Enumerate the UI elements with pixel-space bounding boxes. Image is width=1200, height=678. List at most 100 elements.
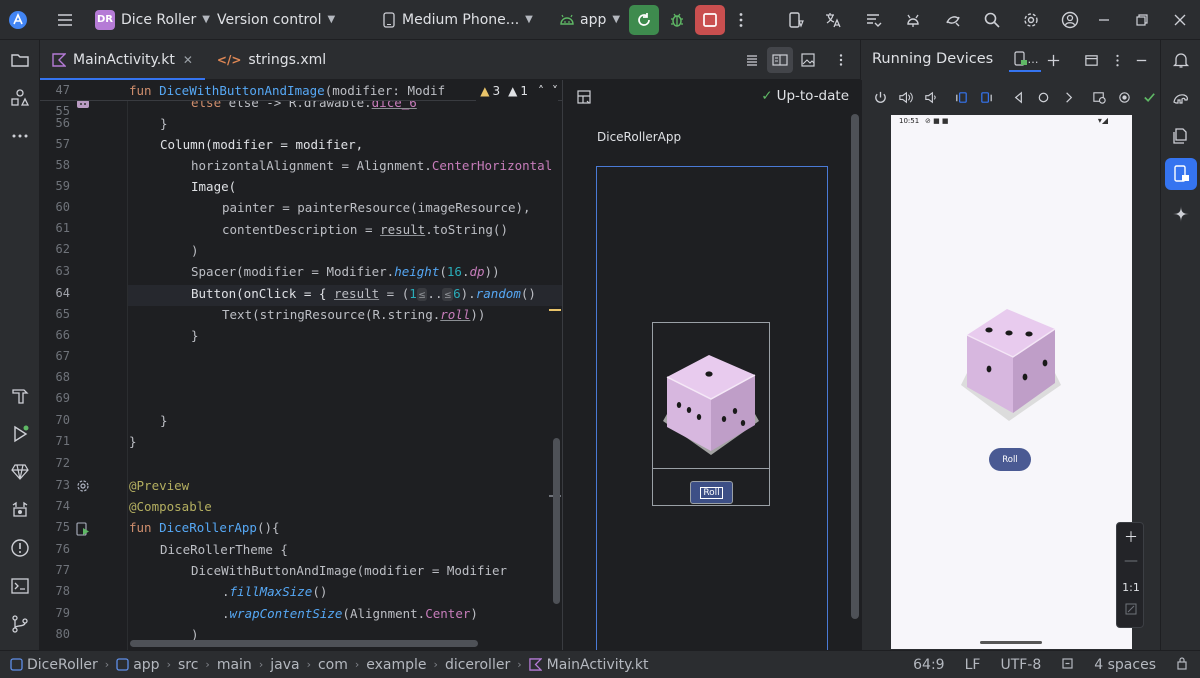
readonly-toggle-icon[interactable] [1061, 657, 1074, 674]
inspection-widget[interactable]: ▲ 3 ▲ 1 ˄ ˅ [476, 80, 558, 101]
preview-roll-button[interactable]: Roll [690, 481, 733, 504]
device-selector[interactable]: Medium Phone... ▼ [382, 0, 533, 40]
device-screen[interactable]: 10:51 ⊘ ■ ■ ▾◢ Roll [891, 115, 1132, 649]
running-devices-tool-button[interactable] [1165, 158, 1197, 190]
debug-button[interactable] [661, 4, 693, 36]
more-actions-button[interactable] [725, 4, 757, 36]
device-tab[interactable]: … [1009, 48, 1041, 72]
project-selector[interactable]: DR Dice Roller ▼ [95, 0, 210, 40]
notifications-button[interactable] [1165, 44, 1197, 76]
chevron-down-icon[interactable]: ˅ [552, 84, 558, 98]
resource-manager-button[interactable] [4, 82, 36, 114]
zoom-actual-size-button[interactable]: 1:1 [1117, 581, 1145, 594]
sdk-manager-button[interactable] [897, 4, 929, 36]
panel-options-button[interactable] [1105, 48, 1129, 72]
screen-record-button[interactable] [1113, 85, 1136, 109]
back-button[interactable] [1006, 85, 1029, 109]
device-manager-button[interactable] [780, 4, 812, 36]
project-tool-button[interactable] [4, 44, 36, 76]
tab-options-button[interactable] [828, 47, 854, 73]
gradle-sync-button[interactable] [937, 4, 969, 36]
gear-icon[interactable] [76, 479, 90, 493]
line-separator[interactable]: LF [965, 657, 981, 673]
gemini-button[interactable] [1165, 198, 1197, 230]
error-stripe-marker[interactable] [549, 309, 561, 311]
minimize-button[interactable] [1088, 4, 1120, 36]
preview-scrollbar[interactable] [851, 114, 859, 619]
volume-down-button[interactable] [919, 85, 942, 109]
indent-setting[interactable]: 4 spaces [1094, 657, 1156, 673]
breadcrumb-item[interactable]: example [366, 657, 426, 673]
apply-changes-button[interactable] [629, 5, 659, 35]
chevron-up-icon[interactable]: ˄ [538, 84, 544, 98]
run-config-selector[interactable]: app ▼ [558, 0, 620, 40]
caret-position[interactable]: 64:9 [913, 657, 944, 673]
preview-column-bounds[interactable]: Roll [652, 322, 770, 506]
translations-button[interactable] [817, 4, 849, 36]
tab-strings-xml[interactable]: </> strings.xml [205, 40, 338, 80]
sticky-header[interactable]: 47 fun DiceWithButtonAndImage(modifier: … [40, 80, 562, 101]
breadcrumb-item[interactable]: main [217, 657, 252, 673]
split-view-button[interactable] [767, 47, 793, 73]
problems-tool-button[interactable] [4, 532, 36, 564]
code-editor[interactable]: 55 56 57 58 59 60 61 62 63 64 65 66 67 6… [40, 80, 562, 650]
editor-horizontal-scrollbar[interactable] [130, 640, 478, 647]
hide-panel-button[interactable] [1129, 48, 1153, 72]
more-tools-button[interactable] [4, 120, 36, 152]
device-file-explorer-button[interactable] [1165, 120, 1197, 152]
device-roll-button[interactable]: Roll [989, 448, 1031, 471]
close-icon[interactable]: ✕ [183, 53, 193, 67]
editor-vertical-scrollbar[interactable] [553, 438, 560, 604]
dice-image[interactable] [959, 305, 1063, 423]
code-view-button[interactable] [739, 47, 765, 73]
tab-mainactivity[interactable]: MainActivity.kt ✕ [40, 40, 205, 80]
breadcrumb-item[interactable]: src [178, 657, 198, 673]
rotate-left-button[interactable] [950, 85, 973, 109]
power-button[interactable] [869, 85, 892, 109]
volume-up-button[interactable] [894, 85, 917, 109]
logcat-button[interactable] [857, 4, 889, 36]
device-status-indicator[interactable] [1138, 85, 1161, 109]
breadcrumb-item[interactable]: DiceRoller [10, 657, 98, 673]
vcs-selector[interactable]: Version control ▼ [217, 0, 335, 40]
stop-button[interactable] [695, 5, 725, 35]
lock-status[interactable] [1176, 656, 1188, 674]
file-encoding[interactable]: UTF-8 [1000, 657, 1041, 673]
zoom-out-button[interactable]: — [1117, 553, 1145, 569]
preview-layout-button[interactable] [571, 84, 597, 110]
gesture-nav-bar[interactable] [980, 641, 1042, 644]
add-device-button[interactable] [1041, 48, 1065, 72]
window-options-button[interactable] [1079, 48, 1103, 72]
app-inspection-button[interactable] [4, 494, 36, 526]
app-logo[interactable] [6, 0, 30, 40]
restore-button[interactable] [1126, 4, 1158, 36]
zoom-in-button[interactable]: ＋ [1117, 527, 1145, 547]
main-menu-button[interactable] [49, 4, 81, 36]
breadcrumb-item[interactable]: MainActivity.kt [528, 657, 648, 673]
run-preview-icon[interactable] [76, 522, 90, 536]
zoom-fit-button[interactable] [1117, 603, 1145, 619]
app-quality-button[interactable] [4, 456, 36, 488]
breadcrumb-item[interactable]: diceroller [445, 657, 510, 673]
account-button[interactable] [1054, 4, 1086, 36]
screenshot-button[interactable] [1088, 85, 1111, 109]
terminal-tool-button[interactable] [4, 570, 36, 602]
close-window-button[interactable] [1164, 4, 1196, 36]
breadcrumb-item[interactable]: java [270, 657, 299, 673]
run-tool-button[interactable] [4, 418, 36, 450]
overview-button[interactable] [1057, 85, 1080, 109]
code-area[interactable]: else else -> R.drawable.dice_6 } Column(… [129, 80, 562, 650]
breadcrumb-item[interactable]: com [318, 657, 348, 673]
rotate-right-button[interactable] [975, 85, 998, 109]
breadcrumb-item[interactable]: app [116, 657, 160, 673]
settings-button[interactable] [1015, 4, 1047, 36]
wifi-signal-icon: ▾◢ [1097, 116, 1108, 125]
gradle-tool-button[interactable] [1165, 82, 1197, 114]
preview-composable-name[interactable]: DiceRollerApp [597, 130, 681, 144]
build-tool-button[interactable] [4, 380, 36, 412]
line-number: 60 [55, 200, 70, 214]
version-control-button[interactable] [4, 608, 36, 640]
home-button[interactable] [1032, 85, 1055, 109]
search-button[interactable] [976, 4, 1008, 36]
design-view-button[interactable] [795, 47, 821, 73]
